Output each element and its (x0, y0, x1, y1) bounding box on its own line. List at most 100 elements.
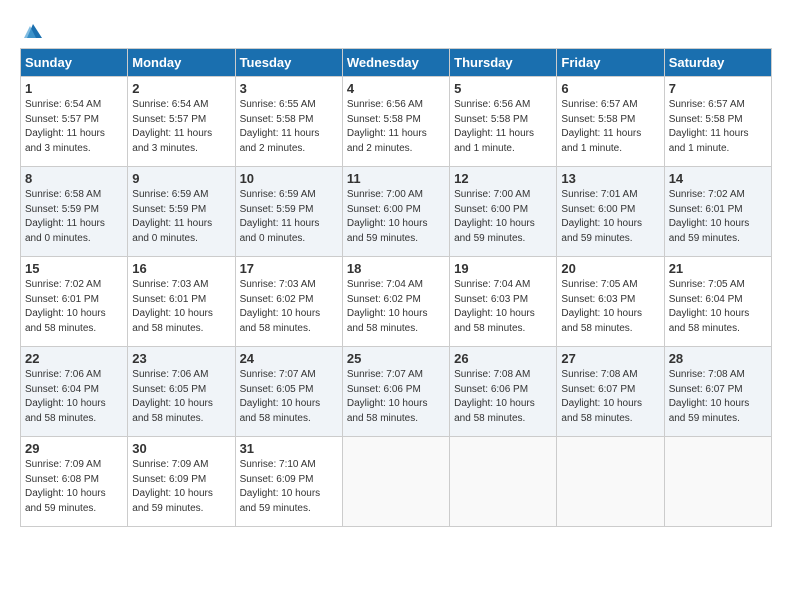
day-number: 27 (561, 351, 659, 366)
calendar-cell: 8 Sunrise: 6:58 AMSunset: 5:59 PMDayligh… (21, 167, 128, 257)
day-info: Sunrise: 6:54 AMSunset: 5:57 PMDaylight:… (25, 99, 105, 154)
day-number: 5 (454, 81, 552, 96)
calendar-cell: 7 Sunrise: 6:57 AMSunset: 5:58 PMDayligh… (664, 77, 771, 167)
day-number: 2 (132, 81, 230, 96)
calendar-table: SundayMondayTuesdayWednesdayThursdayFrid… (20, 48, 772, 527)
calendar-cell: 19 Sunrise: 7:04 AMSunset: 6:03 PMDaylig… (450, 257, 557, 347)
day-number: 23 (132, 351, 230, 366)
day-info: Sunrise: 7:06 AMSunset: 6:05 PMDaylight:… (132, 369, 213, 424)
calendar-cell: 13 Sunrise: 7:01 AMSunset: 6:00 PMDaylig… (557, 167, 664, 257)
day-number: 6 (561, 81, 659, 96)
day-number: 17 (240, 261, 338, 276)
day-info: Sunrise: 7:09 AMSunset: 6:08 PMDaylight:… (25, 459, 106, 514)
day-info: Sunrise: 7:03 AMSunset: 6:02 PMDaylight:… (240, 279, 321, 334)
calendar-cell: 3 Sunrise: 6:55 AMSunset: 5:58 PMDayligh… (235, 77, 342, 167)
day-number: 11 (347, 171, 445, 186)
calendar-cell: 25 Sunrise: 7:07 AMSunset: 6:06 PMDaylig… (342, 347, 449, 437)
weekday-header-friday: Friday (557, 49, 664, 77)
logo (20, 20, 44, 38)
day-info: Sunrise: 7:08 AMSunset: 6:07 PMDaylight:… (669, 369, 750, 424)
day-info: Sunrise: 7:08 AMSunset: 6:07 PMDaylight:… (561, 369, 642, 424)
day-number: 8 (25, 171, 123, 186)
calendar-cell (450, 437, 557, 527)
day-number: 24 (240, 351, 338, 366)
calendar-week-4: 22 Sunrise: 7:06 AMSunset: 6:04 PMDaylig… (21, 347, 772, 437)
day-number: 3 (240, 81, 338, 96)
weekday-header-sunday: Sunday (21, 49, 128, 77)
day-info: Sunrise: 7:02 AMSunset: 6:01 PMDaylight:… (25, 279, 106, 334)
day-number: 29 (25, 441, 123, 456)
calendar-cell: 29 Sunrise: 7:09 AMSunset: 6:08 PMDaylig… (21, 437, 128, 527)
day-number: 20 (561, 261, 659, 276)
day-number: 21 (669, 261, 767, 276)
calendar-cell: 5 Sunrise: 6:56 AMSunset: 5:58 PMDayligh… (450, 77, 557, 167)
calendar-cell: 20 Sunrise: 7:05 AMSunset: 6:03 PMDaylig… (557, 257, 664, 347)
logo-icon (22, 20, 44, 42)
weekday-header-monday: Monday (128, 49, 235, 77)
day-number: 4 (347, 81, 445, 96)
day-number: 19 (454, 261, 552, 276)
day-info: Sunrise: 7:08 AMSunset: 6:06 PMDaylight:… (454, 369, 535, 424)
calendar-cell: 26 Sunrise: 7:08 AMSunset: 6:06 PMDaylig… (450, 347, 557, 437)
day-number: 12 (454, 171, 552, 186)
calendar-body: 1 Sunrise: 6:54 AMSunset: 5:57 PMDayligh… (21, 77, 772, 527)
day-info: Sunrise: 7:07 AMSunset: 6:06 PMDaylight:… (347, 369, 428, 424)
day-number: 22 (25, 351, 123, 366)
calendar-cell: 23 Sunrise: 7:06 AMSunset: 6:05 PMDaylig… (128, 347, 235, 437)
day-info: Sunrise: 7:10 AMSunset: 6:09 PMDaylight:… (240, 459, 321, 514)
calendar-cell: 11 Sunrise: 7:00 AMSunset: 6:00 PMDaylig… (342, 167, 449, 257)
calendar-week-3: 15 Sunrise: 7:02 AMSunset: 6:01 PMDaylig… (21, 257, 772, 347)
day-info: Sunrise: 6:56 AMSunset: 5:58 PMDaylight:… (347, 99, 427, 154)
calendar-cell: 17 Sunrise: 7:03 AMSunset: 6:02 PMDaylig… (235, 257, 342, 347)
calendar-cell: 21 Sunrise: 7:05 AMSunset: 6:04 PMDaylig… (664, 257, 771, 347)
day-number: 18 (347, 261, 445, 276)
day-info: Sunrise: 7:04 AMSunset: 6:02 PMDaylight:… (347, 279, 428, 334)
calendar-cell: 6 Sunrise: 6:57 AMSunset: 5:58 PMDayligh… (557, 77, 664, 167)
calendar-cell: 4 Sunrise: 6:56 AMSunset: 5:58 PMDayligh… (342, 77, 449, 167)
day-number: 7 (669, 81, 767, 96)
calendar-cell: 31 Sunrise: 7:10 AMSunset: 6:09 PMDaylig… (235, 437, 342, 527)
calendar-cell: 14 Sunrise: 7:02 AMSunset: 6:01 PMDaylig… (664, 167, 771, 257)
day-info: Sunrise: 7:05 AMSunset: 6:04 PMDaylight:… (669, 279, 750, 334)
calendar-week-5: 29 Sunrise: 7:09 AMSunset: 6:08 PMDaylig… (21, 437, 772, 527)
weekday-header-row: SundayMondayTuesdayWednesdayThursdayFrid… (21, 49, 772, 77)
day-number: 31 (240, 441, 338, 456)
calendar-week-2: 8 Sunrise: 6:58 AMSunset: 5:59 PMDayligh… (21, 167, 772, 257)
day-info: Sunrise: 6:59 AMSunset: 5:59 PMDaylight:… (240, 189, 320, 244)
day-info: Sunrise: 7:01 AMSunset: 6:00 PMDaylight:… (561, 189, 642, 244)
day-number: 28 (669, 351, 767, 366)
calendar-cell (664, 437, 771, 527)
calendar-cell: 15 Sunrise: 7:02 AMSunset: 6:01 PMDaylig… (21, 257, 128, 347)
calendar-cell: 24 Sunrise: 7:07 AMSunset: 6:05 PMDaylig… (235, 347, 342, 437)
day-info: Sunrise: 7:04 AMSunset: 6:03 PMDaylight:… (454, 279, 535, 334)
calendar-cell: 28 Sunrise: 7:08 AMSunset: 6:07 PMDaylig… (664, 347, 771, 437)
day-info: Sunrise: 6:57 AMSunset: 5:58 PMDaylight:… (561, 99, 641, 154)
day-info: Sunrise: 6:59 AMSunset: 5:59 PMDaylight:… (132, 189, 212, 244)
day-info: Sunrise: 6:58 AMSunset: 5:59 PMDaylight:… (25, 189, 105, 244)
calendar-cell: 10 Sunrise: 6:59 AMSunset: 5:59 PMDaylig… (235, 167, 342, 257)
page-header (20, 20, 772, 38)
day-info: Sunrise: 7:06 AMSunset: 6:04 PMDaylight:… (25, 369, 106, 424)
calendar-cell: 18 Sunrise: 7:04 AMSunset: 6:02 PMDaylig… (342, 257, 449, 347)
calendar-cell: 16 Sunrise: 7:03 AMSunset: 6:01 PMDaylig… (128, 257, 235, 347)
calendar-cell: 12 Sunrise: 7:00 AMSunset: 6:00 PMDaylig… (450, 167, 557, 257)
day-number: 10 (240, 171, 338, 186)
calendar-cell (342, 437, 449, 527)
day-number: 9 (132, 171, 230, 186)
calendar-cell: 1 Sunrise: 6:54 AMSunset: 5:57 PMDayligh… (21, 77, 128, 167)
calendar-cell: 30 Sunrise: 7:09 AMSunset: 6:09 PMDaylig… (128, 437, 235, 527)
calendar-cell: 22 Sunrise: 7:06 AMSunset: 6:04 PMDaylig… (21, 347, 128, 437)
day-info: Sunrise: 7:02 AMSunset: 6:01 PMDaylight:… (669, 189, 750, 244)
weekday-header-tuesday: Tuesday (235, 49, 342, 77)
day-number: 30 (132, 441, 230, 456)
day-number: 13 (561, 171, 659, 186)
weekday-header-thursday: Thursday (450, 49, 557, 77)
day-info: Sunrise: 7:05 AMSunset: 6:03 PMDaylight:… (561, 279, 642, 334)
calendar-cell: 2 Sunrise: 6:54 AMSunset: 5:57 PMDayligh… (128, 77, 235, 167)
day-info: Sunrise: 6:56 AMSunset: 5:58 PMDaylight:… (454, 99, 534, 154)
day-info: Sunrise: 6:55 AMSunset: 5:58 PMDaylight:… (240, 99, 320, 154)
day-info: Sunrise: 7:03 AMSunset: 6:01 PMDaylight:… (132, 279, 213, 334)
day-info: Sunrise: 7:07 AMSunset: 6:05 PMDaylight:… (240, 369, 321, 424)
day-info: Sunrise: 6:57 AMSunset: 5:58 PMDaylight:… (669, 99, 749, 154)
day-number: 16 (132, 261, 230, 276)
